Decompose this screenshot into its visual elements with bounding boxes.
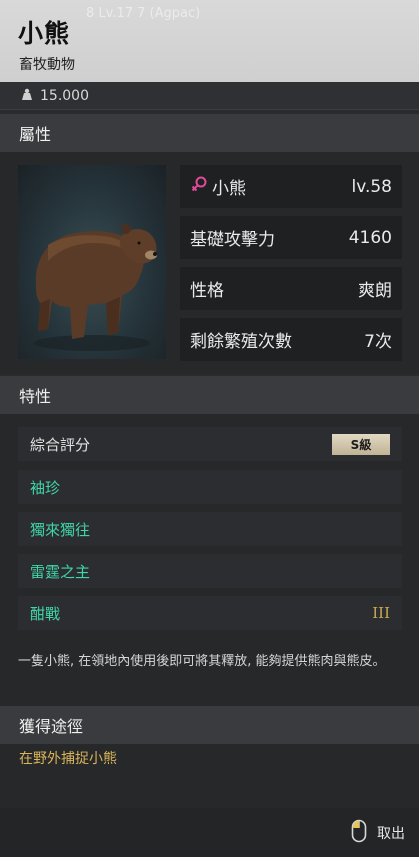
- stat-label-breeding: 剩餘繁殖次數: [190, 332, 292, 352]
- stat-value-personality: 爽朗: [358, 281, 392, 301]
- trait-row[interactable]: 獨來獨往: [18, 512, 402, 546]
- acquire-method: 在野外捕捉小熊: [19, 751, 117, 767]
- trait-row[interactable]: 袖珍: [18, 470, 402, 504]
- weight-value: 15.000: [40, 87, 89, 104]
- attributes-heading: 屬性: [0, 114, 419, 152]
- weight-row: 15.000: [0, 82, 419, 110]
- mouse-icon: [351, 819, 367, 847]
- grade-badge: S級: [332, 433, 390, 455]
- trait-name: 酣戰: [30, 604, 61, 623]
- stat-label-attack: 基礎攻擊力: [190, 230, 275, 250]
- bear-portrait: [18, 165, 166, 359]
- traits-heading-label: 特性: [19, 387, 52, 406]
- stat-value-breeding: 7次: [364, 332, 392, 352]
- overall-rating-label: 綜合評分: [30, 435, 91, 454]
- stat-value-level: lv.58: [351, 176, 393, 197]
- stat-label-personality: 性格: [190, 281, 224, 301]
- overall-rating-row[interactable]: 綜合評分 S級: [18, 427, 402, 461]
- item-category: 畜牧動物: [19, 57, 75, 73]
- trait-name: 袖珍: [30, 478, 61, 497]
- attributes-heading-label: 屬性: [19, 125, 52, 144]
- trait-level: III: [372, 604, 390, 622]
- trait-name: 獨來獨往: [30, 520, 91, 539]
- trait-name: 雷霆之主: [30, 562, 91, 581]
- acquire-heading: 獲得途徑: [0, 706, 419, 744]
- stat-value-attack: 4160: [348, 227, 392, 248]
- stat-name-level: 小熊 lv.58: [180, 165, 402, 208]
- item-header: 8 Lv.17 7 (Agpac) 小熊 畜牧動物: [0, 0, 419, 82]
- trait-row[interactable]: 雷霆之主: [18, 554, 402, 588]
- footer-bar: 取出: [0, 808, 419, 857]
- acquire-heading-label: 獲得途徑: [19, 717, 84, 736]
- female-icon: [190, 175, 208, 198]
- traits-heading: 特性: [0, 376, 419, 414]
- stat-personality: 性格 爽朗: [180, 267, 402, 310]
- take-out-button[interactable]: 取出: [377, 823, 405, 843]
- header-ghost-text: 8 Lv.17 7 (Agpac): [86, 6, 201, 21]
- stat-base-attack: 基礎攻擊力 4160: [180, 216, 402, 259]
- stat-breeding-remaining: 剩餘繁殖次數 7次: [180, 318, 402, 361]
- item-title: 小熊: [18, 19, 71, 48]
- trait-row[interactable]: 酣戰 III: [18, 596, 402, 630]
- item-description: 一隻小熊, 在領地內使用後即可將其釋放, 能夠提供熊肉與熊皮。: [18, 654, 386, 669]
- weight-icon: [20, 86, 34, 105]
- stat-label-name: 小熊: [212, 179, 246, 199]
